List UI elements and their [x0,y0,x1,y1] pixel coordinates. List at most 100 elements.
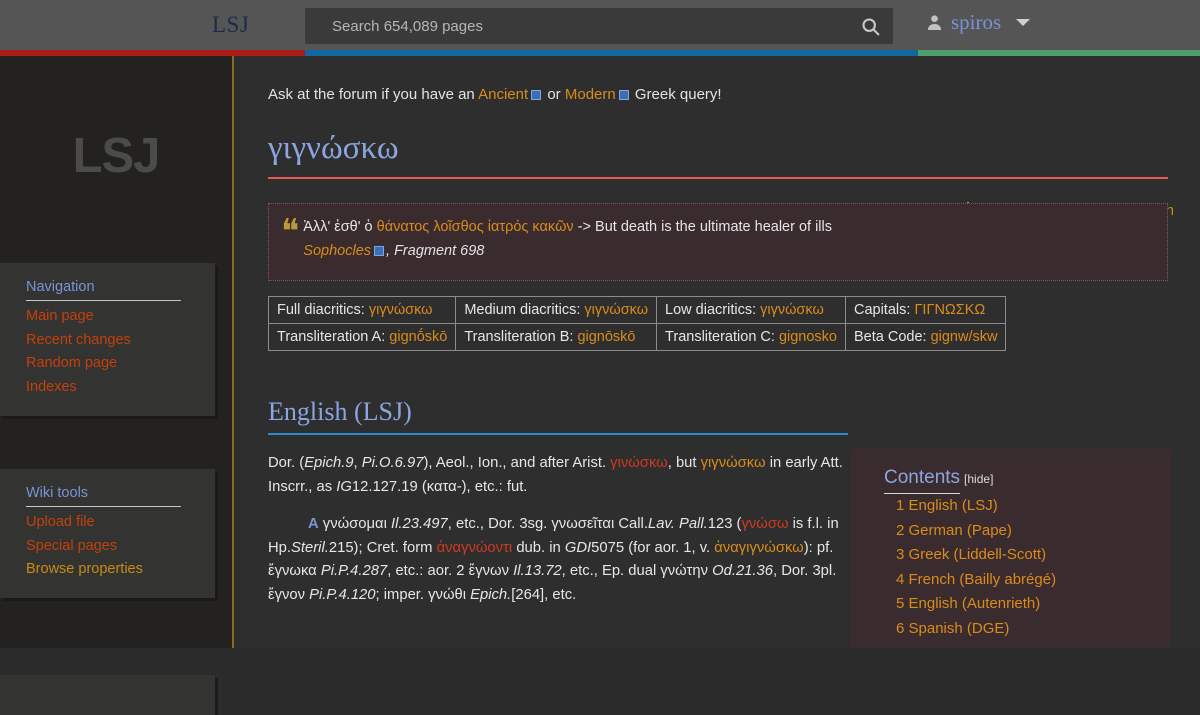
notice-link-ancient[interactable]: Ancient [478,86,528,103]
search-icon[interactable] [847,9,893,43]
quote-body: Ἀλλ' ἐσθ' ὁ θάνατος λοῖσθος ἰατρός κακῶν… [303,204,832,280]
toc-hide-link[interactable]: [hide] [964,472,993,486]
sidebar-box-navigation: Navigation Main page Recent changes Rand… [0,263,215,416]
entry-body: Dor. (Epich.9, Pi.O.6.97), Aeol., Ion., … [268,452,858,621]
cell-label: Transliteration C: [665,329,779,345]
search-input[interactable] [305,9,847,43]
citation-ref: Pi.O.6.97 [361,455,424,471]
greek-link[interactable]: γινώσκω [610,455,668,471]
table-row: Transliteration A: gignṓskō Transliterat… [267,323,1007,351]
toc-item-english-autenrieth[interactable]: 5 English (Autenrieth) [896,592,1170,617]
quote-source-link[interactable]: Sophocles [303,243,371,259]
cell-beta-code: Beta Code: gignw/skw [844,323,1007,351]
sidebar-box-wiki-tools: Wiki tools Upload file Special pages Bro… [0,469,215,599]
greek-link[interactable]: γνώσω [741,516,788,532]
sidebar-item-special-pages[interactable]: Special pages [26,535,215,559]
table-of-contents: Contents [hide] 1 English (LSJ) 2 German … [850,449,1170,648]
toc-item-french-bailly[interactable]: 4 French (Bailly abrégé) [896,568,1170,593]
sidebar-heading-navigation: Navigation [26,279,181,301]
section-heading-english-lsj: English (LSJ) [268,397,848,435]
text-segment: 12.127.19 (κατα-), etc.: fut. [351,478,528,495]
paragraph-forms: A γνώσομαι Il.23.497, etc., Dor. 3sg. γν… [268,513,858,607]
cell-label: Full diacritics: [277,302,369,318]
cell-transliteration-c: Transliteration C: gignosko [656,323,846,351]
toc-item-german-pape[interactable]: 2 German (Pape) [896,519,1170,544]
sidebar-item-recent-changes[interactable]: Recent changes [26,329,215,353]
text-segment: , etc., Ep. dual γνώτην [561,563,713,579]
citation-ref: Pi.P.4.120 [309,586,376,603]
sidebar: LSJ Navigation Main page Recent changes … [0,56,234,715]
cell-label: Capitals: [853,302,915,318]
external-link-icon [531,90,542,100]
cell-label: Transliteration B: [464,329,578,345]
sidebar-item-upload-file[interactable]: Upload file [26,511,215,535]
external-link-icon [374,246,385,256]
toc-item-english-lsj[interactable]: 1 English (LSJ) [896,494,1170,519]
external-link-icon [618,90,629,100]
text-segment: dub. in [512,539,565,556]
sidebar-item-browse-properties[interactable]: Browse properties [26,558,215,582]
site-logo[interactable]: LSJ [212,12,249,38]
cell-label: Beta Code: [853,329,931,345]
citation-ref: Pi.P.4.287 [320,563,388,579]
quote-box: ❝ Ἀλλ' ἐσθ' ὁ θάνατος λοῖσθος ἰατρός κακ… [268,203,1168,281]
greek-link[interactable]: γιγνώσκω [701,455,766,471]
sidebar-logo: LSJ [72,129,161,183]
toc-hide-toggle[interactable]: [hide] [964,472,993,486]
text-segment: 123 ( [707,516,742,532]
cell-value: gignosko [778,329,837,345]
cell-label: Low diacritics: [665,302,761,318]
quote-greek-lead: Ἀλλ' ἐσθ' ὁ [303,219,377,235]
sense-marker: A [308,516,319,532]
toc-item-greek-liddell-scott[interactable]: 3 Greek (Liddell-Scott) [896,543,1170,568]
sidebar-item-indexes[interactable]: Indexes [26,376,215,400]
cell-low-diacritics: Low diacritics: γιγνώσκω [656,296,846,324]
cell-label: Transliteration A: [277,329,390,345]
cell-full-diacritics: Full diacritics: γιγνώσκω [267,296,457,324]
sidebar-item-main-page[interactable]: Main page [26,305,215,329]
greek-link[interactable]: ἀναγνώοντι [437,540,513,556]
citation-ref: Lav. Pall. [647,516,708,532]
user-menu[interactable]: spiros [925,10,1031,35]
table-row: Full diacritics: γιγνώσκω Medium diacrit… [267,296,1007,324]
text-segment: 5075 (for aor. 1, v. [591,539,715,556]
notice-text-1: Ask at the forum if you have an [268,86,479,103]
quote-citation: , Fragment 698 [386,243,485,259]
citation-ref: IG [336,478,352,495]
text-segment: ), Aeol., Ion., and after Arist. [423,455,611,471]
quote-line-greek: Ἀλλ' ἐσθ' ὁ θάνατος λοῖσθος ἰατρός κακῶν… [303,219,832,235]
cell-transliteration-a: Transliteration A: gignṓskō [267,323,457,351]
text-segment: Dor. ( [268,455,305,471]
site-notice: Ask at the forum if you have an Ancient … [268,86,722,103]
cell-value: gignṓskō [389,329,448,345]
toc-item-spanish-dge[interactable]: 6 Spanish (DGE) [896,617,1170,642]
cell-medium-diacritics: Medium diacritics: γιγνώσκω [455,296,658,324]
sidebar-item-random-page[interactable]: Random page [26,352,215,376]
site-header: LSJ spiros [0,0,1200,52]
toc-heading: Contents [884,467,961,494]
user-avatar-icon [925,13,944,32]
cell-value: ΓΙΓΝΩΣΚΩ [914,302,986,318]
sidebar-heading-wiki-tools: Wiki tools [26,485,181,507]
citation-ref: Od.21.36 [712,563,773,579]
diacritics-table: Full diacritics: γιγνώσκω Medium diacrit… [267,296,1007,351]
user-name[interactable]: spiros [951,10,1001,35]
greek-link[interactable]: ἀναγιγνώσκω [714,540,803,556]
cell-value: γιγνώσκω [368,302,433,318]
citation-ref: GDI [564,539,592,556]
cell-value: gignōskō [577,329,636,345]
citation-ref: Il.13.72 [513,563,562,579]
text-segment: γνώσομαι [318,516,391,532]
notice-link-modern[interactable]: Modern [565,86,616,103]
paragraph-etymology: Dor. (Epich.9, Pi.O.6.97), Aeol., Ion., … [268,452,858,499]
text-segment: , [353,455,362,471]
page-title: γιγνώσκω [268,130,1168,179]
citation-ref: Il.23.497 [391,516,448,532]
search-box[interactable] [305,8,893,44]
citation-ref: Epich. [470,586,512,603]
notice-text-3: Greek query! [630,86,722,103]
chevron-down-icon[interactable] [1016,19,1031,26]
quote-mark-icon: ❝ [281,214,300,251]
cell-label: Medium diacritics: [464,302,585,318]
cell-value: γιγνώσκω [760,302,824,318]
